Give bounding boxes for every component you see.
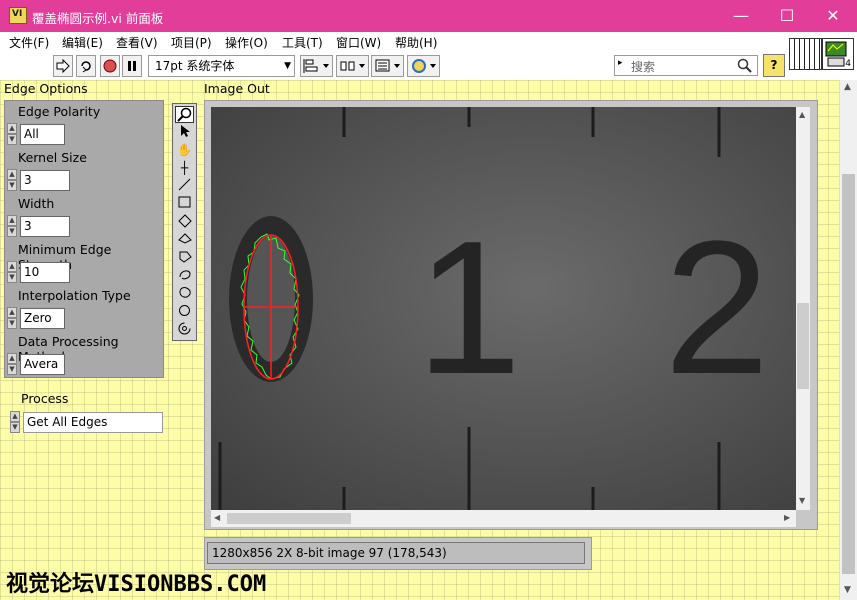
pause-button[interactable] [122,55,142,77]
edge-options-label: Edge Options [4,81,88,96]
data-processing-method-spinner[interactable]: ▲ ▼ [7,353,17,375]
search-box[interactable]: ▸ 搜索 [614,55,758,76]
connector-pane-icon[interactable] [789,38,822,70]
menu-view[interactable]: 查看(V) [116,34,158,51]
image-vscroll-thumb[interactable] [797,303,809,389]
rotated-rectangle-tool-icon[interactable] [175,214,194,231]
reorder-button[interactable] [407,55,440,77]
image-scroll-down-icon[interactable]: ▼ [799,496,805,505]
resize-objects-button[interactable] [371,55,404,77]
menu-tools[interactable]: 工具(T) [282,34,323,51]
annulus-tool-icon[interactable] [175,232,194,249]
image-horizontal-scrollbar[interactable]: ◀ ▶ [211,510,796,527]
interpolation-type-ring[interactable]: Zero [20,308,65,329]
process-ring[interactable]: Get All Edges [23,412,163,433]
maximize-button[interactable]: ☐ [764,0,810,32]
process-label: Process [21,391,69,406]
selection-arrow-icon[interactable] [175,124,194,141]
image-info-status: 1280x856 2X 8-bit image 97 (178,543) [207,542,585,564]
vi-icon-number: 4 [845,59,851,69]
width-label: Width [18,196,55,211]
image-scroll-up-icon[interactable]: ▲ [799,110,805,119]
image-display[interactable]: 1 2 [211,107,796,510]
image-scroll-right-icon[interactable]: ▶ [784,513,790,522]
broken-line-tool-icon[interactable] [175,322,194,339]
image-out-label: Image Out [204,81,270,96]
zoom-tool-icon[interactable] [175,106,194,123]
digit-one: 1 [416,202,522,414]
panel-scroll-thumb[interactable] [842,174,855,574]
minimum-edge-strength-spinner[interactable]: ▲ ▼ [7,261,17,283]
chevron-down-icon: ▼ [284,61,291,71]
menu-help[interactable]: 帮助(H) [395,34,437,51]
vi-icon[interactable]: 4 [822,38,854,70]
line-tool-icon[interactable] [175,178,194,195]
minimum-edge-strength-input[interactable]: 10 [20,262,70,283]
menu-operate[interactable]: 操作(O) [225,34,268,51]
run-arrow-button[interactable] [53,55,73,77]
align-icon [303,59,329,73]
menu-window[interactable]: 窗口(W) [336,34,381,51]
kernel-size-input[interactable]: 3 [20,170,70,191]
distribute-icon [340,61,365,71]
title-bar: VI 覆盖椭圆示例.vi 前面板 — ☐ ✕ [0,0,857,32]
image-hscroll-thumb[interactable] [227,513,351,524]
width-spinner[interactable]: ▲ ▼ [7,215,17,237]
image-scroll-left-icon[interactable]: ◀ [214,513,220,522]
image-vertical-scrollbar[interactable]: ▲ ▼ [796,107,810,510]
close-button[interactable]: ✕ [810,0,856,32]
search-scope-icon: ▸ [618,58,623,68]
forum-watermark: 视觉论坛VISIONBBS.COM [6,572,267,597]
stop-icon [103,59,117,73]
edge-polarity-spinner[interactable]: ▲ ▼ [7,123,17,145]
menu-edit[interactable]: 编辑(E) [62,34,103,51]
rectangle-tool-icon[interactable] [175,196,194,213]
scroll-down-icon[interactable]: ▼ [844,585,851,595]
distribute-objects-button[interactable] [336,55,369,77]
oval-tool-icon[interactable] [175,304,194,321]
edge-options-cluster: Edge Polarity ▲ ▼ All Kernel Size ▲ ▼ 3 Wi… [4,100,164,378]
labview-app-icon: VI [9,7,27,24]
menu-project[interactable]: 项目(P) [171,34,212,51]
freehand-tool-icon[interactable] [175,268,194,285]
align-objects-button[interactable] [300,55,333,77]
point-tool-icon[interactable]: ┼ [175,160,194,177]
edge-polarity-ring[interactable]: All [20,124,65,145]
interpolation-type-label: Interpolation Type [18,288,131,303]
scroll-up-icon[interactable]: ▲ [844,82,851,92]
interpolation-type-spinner[interactable]: ▲ ▼ [7,307,17,329]
run-continuously-icon [81,61,91,73]
ruler-image: 1 2 [211,107,796,510]
kernel-size-label: Kernel Size [18,150,87,165]
kernel-size-spinner[interactable]: ▲ ▼ [7,169,17,191]
digit-two: 2 [664,202,770,414]
search-icon[interactable] [737,58,752,73]
width-input[interactable]: 3 [20,216,70,237]
toolbar: 17pt 系统字体 ▼ ▸ 搜索 ? [0,52,789,80]
menu-bar: 文件(F) 编辑(E) 查看(V) 项目(P) 操作(O) 工具(T) 窗口(W… [0,32,857,52]
window-title: 覆盖椭圆示例.vi 前面板 [32,11,164,26]
process-spinner[interactable]: ▲ ▼ [10,411,20,433]
font-select-value: 17pt 系统字体 [155,59,235,73]
run-arrow-icon [56,58,70,74]
edge-polarity-label: Edge Polarity [18,104,101,119]
font-select[interactable]: 17pt 系统字体 ▼ [148,55,295,77]
run-continuously-button[interactable] [76,55,96,77]
pause-icon [128,61,136,71]
context-help-button[interactable]: ? [763,54,785,77]
polygon-tool-icon[interactable] [175,250,194,267]
resize-icon [375,59,400,72]
reorder-icon [411,59,436,73]
panel-vertical-scrollbar[interactable]: ▲ ▼ [839,80,857,600]
search-placeholder: 搜索 [631,60,656,74]
freehand-region-tool-icon[interactable] [175,286,194,303]
menu-file[interactable]: 文件(F) [9,34,49,51]
image-tools-palette: ✋ ┼ [172,103,197,341]
data-processing-method-ring[interactable]: Avera [20,354,65,375]
minimize-button[interactable]: — [718,0,764,32]
pan-hand-icon[interactable]: ✋ [175,142,194,159]
abort-button[interactable] [100,55,120,77]
